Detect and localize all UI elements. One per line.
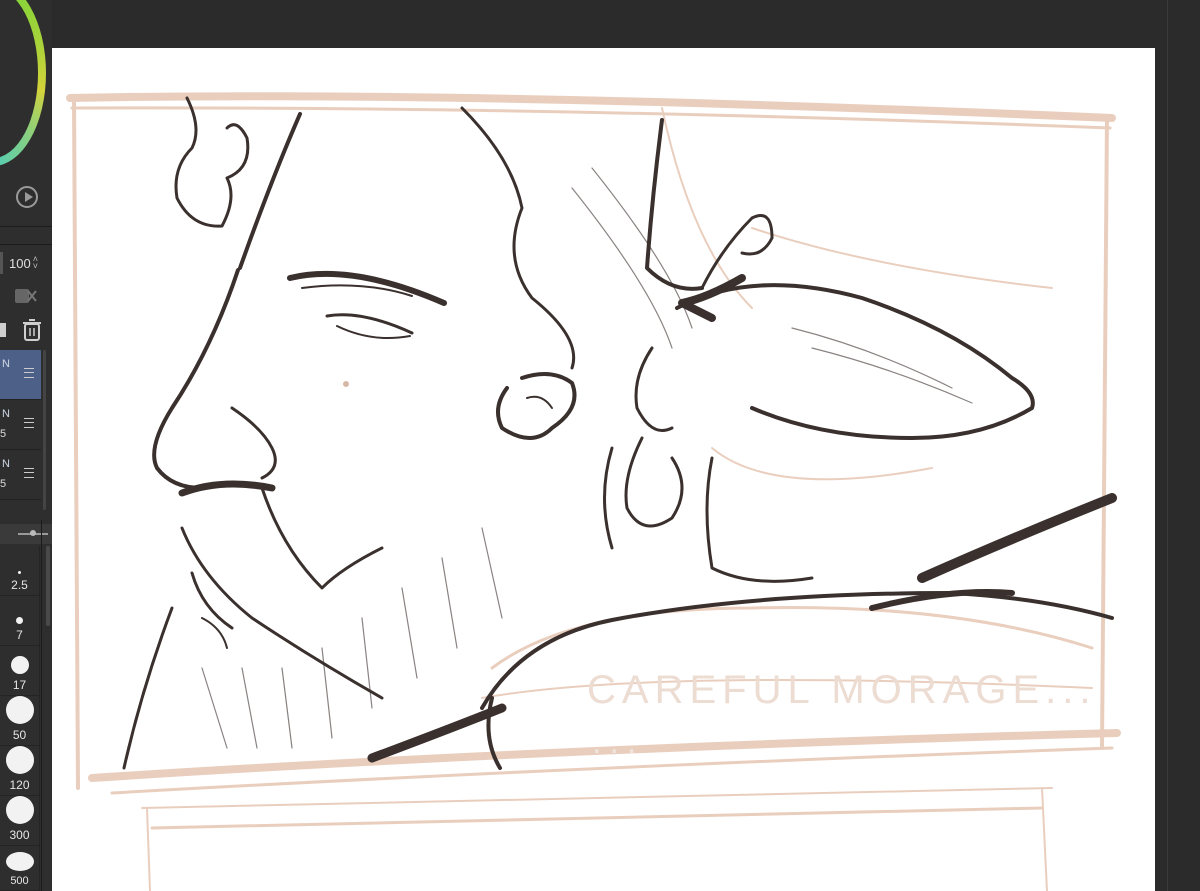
opacity-stepper-icon[interactable]: ˄ ˅ <box>33 255 38 271</box>
layer-item[interactable]: N <box>0 350 41 400</box>
layer-mask-icon[interactable] <box>14 287 40 305</box>
layer-opacity-control[interactable]: 100 ˄ ˅ <box>0 250 48 276</box>
panel-divider <box>1167 0 1168 891</box>
panel-divider <box>41 520 42 891</box>
brush-size-item[interactable]: 500 <box>0 846 40 891</box>
layer-number: 5 <box>0 428 7 440</box>
layer-name: N <box>2 358 10 370</box>
drawing-canvas[interactable]: CAREFUL MORAGE... ... <box>52 48 1155 891</box>
brush-size-label: 7 <box>16 628 23 642</box>
brush-dot <box>5 852 34 871</box>
brush-panel-scrollbar[interactable] <box>46 546 50 626</box>
brush-size-item[interactable]: 50 <box>0 696 40 746</box>
layer-menu-icon[interactable] <box>24 368 34 378</box>
top-toolbar-area <box>52 0 1155 48</box>
brush-size-item[interactable]: 7 <box>0 596 40 646</box>
layer-item[interactable]: N 5 <box>0 450 41 500</box>
sketch-caption: CAREFUL MORAGE... <box>587 668 1096 712</box>
opacity-value: 100 <box>9 255 31 271</box>
brush-size-label: 50 <box>12 728 27 742</box>
drawing-app: 100 ˄ ˅ N N 5 N 5 2.5 7 17 50 120 300 50… <box>0 0 1200 891</box>
brush-dot <box>5 696 34 724</box>
brush-size-label: 17 <box>12 678 27 692</box>
layer-name: N <box>2 408 10 420</box>
layers-scrollbar[interactable] <box>43 350 46 510</box>
brush-size-label: 500 <box>10 875 29 887</box>
brush-panel-tabs[interactable] <box>0 524 52 544</box>
brush-size-label: 120 <box>9 778 30 792</box>
layer-number: 5 <box>0 478 7 490</box>
panel-divider <box>0 226 52 227</box>
panel-divider <box>0 244 52 245</box>
right-panel <box>1155 0 1200 891</box>
brush-dot <box>18 571 21 574</box>
layer-menu-icon[interactable] <box>24 418 34 428</box>
sketch-mark <box>343 381 349 387</box>
brush-dot <box>5 746 34 774</box>
brush-dot <box>10 656 29 674</box>
play-icon[interactable] <box>16 186 38 208</box>
brush-size-item[interactable]: 17 <box>0 646 40 696</box>
sketch-artwork: CAREFUL MORAGE... ... <box>66 92 1121 891</box>
brush-dot <box>16 617 23 624</box>
trash-icon[interactable] <box>22 318 42 342</box>
brush-size-item[interactable]: 120 <box>0 746 40 796</box>
brush-size-item[interactable]: 300 <box>0 796 40 846</box>
brush-size-label: 300 <box>9 828 30 842</box>
color-wheel[interactable] <box>0 0 46 166</box>
brush-dot <box>5 796 34 824</box>
layer-item[interactable]: N 5 <box>0 400 41 450</box>
layer-name: N <box>2 458 10 470</box>
new-layer-icon[interactable] <box>0 323 6 337</box>
brush-size-label: 2.5 <box>11 578 28 592</box>
sketch-caption-2: ... <box>592 723 644 761</box>
layer-menu-icon[interactable] <box>24 468 34 478</box>
brush-size-item[interactable]: 2.5 <box>0 546 40 596</box>
brush-size-slider-icon[interactable] <box>18 530 48 536</box>
opacity-slider-handle[interactable] <box>0 252 3 274</box>
left-tool-panel: 100 ˄ ˅ N N 5 N 5 2.5 7 17 50 120 300 50… <box>0 0 52 891</box>
